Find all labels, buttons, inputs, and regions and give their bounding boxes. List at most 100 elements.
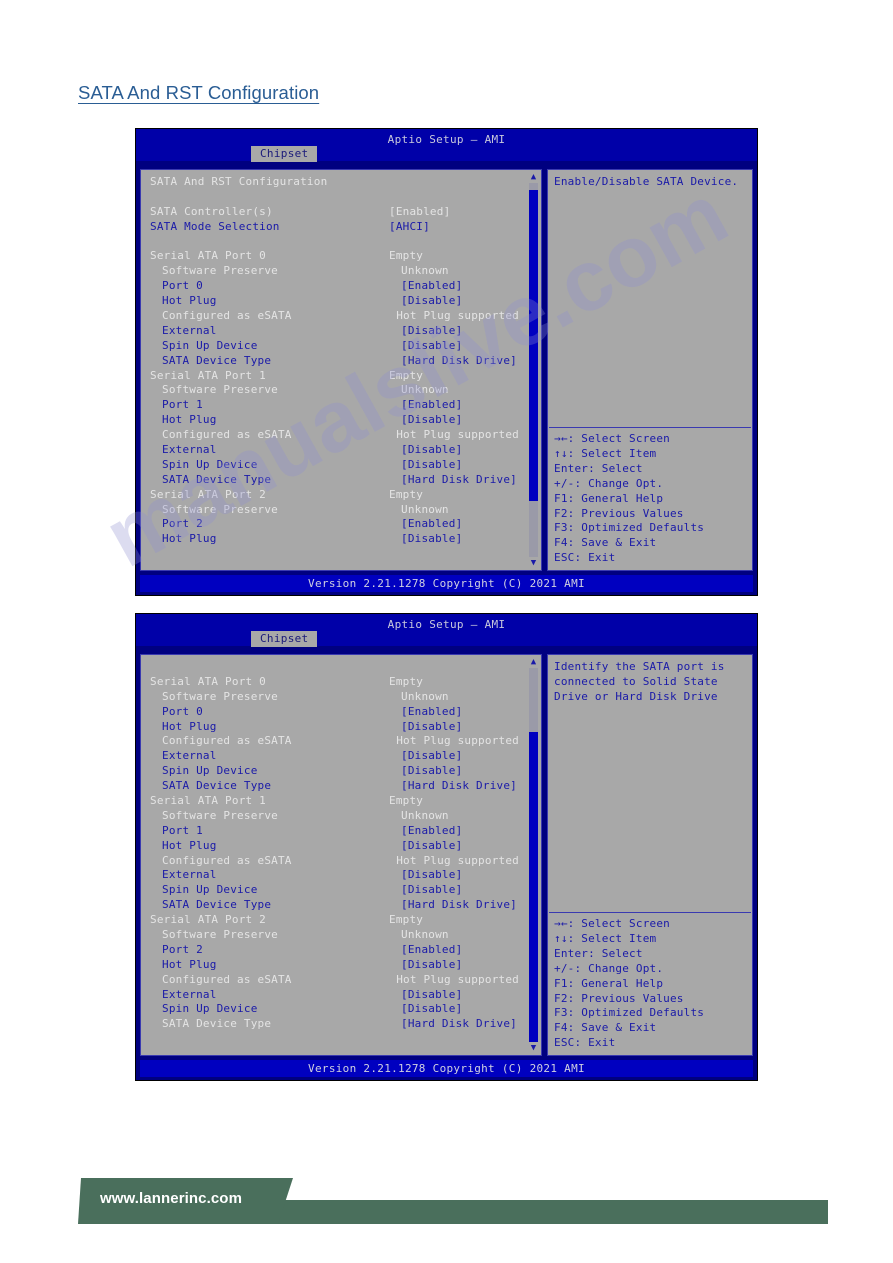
option-label: SATA Controller(s) <box>150 204 273 218</box>
bios-app-title: Aptio Setup – AMI <box>387 133 506 146</box>
key-legend-row: →←: Select Screen <box>554 432 670 445</box>
option-value: [Enabled] <box>389 204 451 218</box>
option-spacer <box>150 660 519 675</box>
option-row[interactable]: External [Disable] <box>150 443 519 458</box>
option-value: Unknown <box>401 808 449 822</box>
tab-chipset[interactable]: Chipset <box>251 146 318 162</box>
option-row: Serial ATA Port 0 Empty <box>150 675 519 690</box>
bios-app-title: Aptio Setup – AMI <box>387 618 506 631</box>
option-row[interactable]: Hot Plug [Disable] <box>150 958 519 973</box>
tab-chipset[interactable]: Chipset <box>251 631 318 647</box>
option-value: Empty <box>389 913 424 927</box>
option-spacer <box>150 190 519 205</box>
scrollbar-track[interactable] <box>529 668 538 1042</box>
option-row[interactable]: Spin Up Device [Disable] <box>150 764 519 779</box>
option-label: Serial ATA Port 0 <box>150 249 266 263</box>
key-legend: →←: Select Screen ↑↓: Select Item Enter: S… <box>548 428 752 570</box>
option-row[interactable]: Port 1 [Enabled] <box>150 824 519 839</box>
settings-scrollbar[interactable]: ▲ ▼ <box>528 657 539 1053</box>
scrollbar-thumb[interactable] <box>529 731 538 1042</box>
option-label: Port 1 <box>162 398 203 412</box>
option-label: Serial ATA Port 1 <box>150 368 266 382</box>
option-row[interactable]: Hot Plug [Disable] <box>150 720 519 735</box>
option-label: Software Preserve <box>162 928 278 942</box>
option-label: Software Preserve <box>162 808 278 822</box>
option-row[interactable]: Spin Up Device [Disable] <box>150 1002 519 1017</box>
option-row: Software Preserve Unknown <box>150 809 519 824</box>
key-legend-row: F3: Optimized Defaults <box>554 521 705 535</box>
option-row: SATA Controller(s) [Enabled] <box>150 205 519 220</box>
option-value: Empty <box>389 368 424 382</box>
option-row[interactable]: External [Disable] <box>150 749 519 764</box>
key-legend-row: Enter: Select <box>554 461 643 475</box>
option-row[interactable]: Port 0 [Enabled] <box>150 705 519 720</box>
option-value: Hot Plug supported <box>396 309 519 323</box>
option-row[interactable]: Port 0 [Enabled] <box>150 279 519 294</box>
option-value: Empty <box>389 674 424 688</box>
option-label: Software Preserve <box>162 383 278 397</box>
scroll-down-arrow[interactable]: ▼ <box>528 1043 539 1053</box>
option-row: Configured as eSATA Hot Plug supported <box>150 309 519 324</box>
option-value: [Hard Disk Drive] <box>401 1017 517 1031</box>
scrollbar-thumb[interactable] <box>529 190 538 501</box>
option-row[interactable]: Spin Up Device [Disable] <box>150 458 519 473</box>
option-label: Serial ATA Port 1 <box>150 794 266 808</box>
option-value: [Hard Disk Drive] <box>401 779 517 793</box>
option-row[interactable]: Spin Up Device [Disable] <box>150 883 519 898</box>
option-value: [Disable] <box>401 957 463 971</box>
option-row[interactable]: Hot Plug [Disable] <box>150 532 519 547</box>
option-row[interactable]: Port 2 [Enabled] <box>150 943 519 958</box>
option-value: Unknown <box>401 928 449 942</box>
key-legend-row: ↑↓: Select Item <box>554 446 657 460</box>
option-row[interactable]: External [Disable] <box>150 868 519 883</box>
scroll-up-arrow[interactable]: ▲ <box>528 657 539 667</box>
option-label: SATA Device Type <box>162 779 272 793</box>
option-row[interactable]: SATA Device Type [Hard Disk Drive] <box>150 898 519 913</box>
key-legend-row: F4: Save & Exit <box>554 1021 657 1035</box>
option-label: Port 0 <box>162 704 203 718</box>
option-row: Configured as eSATA Hot Plug supported <box>150 734 519 749</box>
scrollbar-track[interactable] <box>529 183 538 557</box>
option-row[interactable]: SATA Device Type [Hard Disk Drive] <box>150 1017 519 1032</box>
option-label: SATA Device Type <box>162 1017 272 1031</box>
settings-panel: SATA And RST Configuration SATA Controlle… <box>140 169 542 571</box>
bios-titlebar: Aptio Setup – AMI Chipset <box>136 614 757 647</box>
option-label: Port 2 <box>162 517 203 531</box>
option-row[interactable]: SATA Device Type [Hard Disk Drive] <box>150 354 519 369</box>
option-value: [Disable] <box>401 443 463 457</box>
option-label: External <box>162 323 217 337</box>
option-value: [Hard Disk Drive] <box>401 353 517 367</box>
option-row[interactable]: Port 1 [Enabled] <box>150 398 519 413</box>
option-row: Serial ATA Port 1 Empty <box>150 369 519 384</box>
option-row[interactable]: SATA Device Type [Hard Disk Drive] <box>150 473 519 488</box>
option-row[interactable]: Hot Plug [Disable] <box>150 294 519 309</box>
option-value: [Disable] <box>401 323 463 337</box>
option-row[interactable]: Hot Plug [Disable] <box>150 413 519 428</box>
option-row[interactable]: Port 2 [Enabled] <box>150 517 519 532</box>
key-legend-row: +/-: Change Opt. <box>554 476 664 490</box>
option-row: Software Preserve Unknown <box>150 690 519 705</box>
option-row[interactable]: Spin Up Device [Disable] <box>150 339 519 354</box>
option-row[interactable]: SATA Device Type [Hard Disk Drive] <box>150 779 519 794</box>
settings-scrollbar[interactable]: ▲ ▼ <box>528 172 539 568</box>
option-value: [Disable] <box>401 294 463 308</box>
key-legend-row: ↑↓: Select Item <box>554 931 657 945</box>
scroll-up-arrow[interactable]: ▲ <box>528 172 539 182</box>
option-row[interactable]: External [Disable] <box>150 324 519 339</box>
option-value: [Disable] <box>401 987 463 1001</box>
key-legend-row: +/-: Change Opt. <box>554 961 664 975</box>
option-label: Hot Plug <box>162 532 217 546</box>
settings-panel: Serial ATA Port 0 Empty Software Preserve U… <box>140 654 542 1056</box>
option-value: Unknown <box>401 502 449 516</box>
bios-version-footer: Version 2.21.1278 Copyright (C) 2021 AMI <box>140 575 753 592</box>
option-value: [Hard Disk Drive] <box>401 472 517 486</box>
option-spacer <box>150 235 519 250</box>
option-row: Configured as eSATA Hot Plug supported <box>150 854 519 869</box>
page-title: SATA And RST Configuration <box>78 82 320 103</box>
option-label: Configured as eSATA <box>162 309 292 323</box>
key-legend-row: ESC: Exit <box>554 1036 616 1050</box>
option-row[interactable]: External [Disable] <box>150 988 519 1003</box>
scroll-down-arrow[interactable]: ▼ <box>528 558 539 568</box>
option-row[interactable]: Hot Plug [Disable] <box>150 839 519 854</box>
option-row[interactable]: SATA Mode Selection [AHCI] <box>150 220 519 235</box>
